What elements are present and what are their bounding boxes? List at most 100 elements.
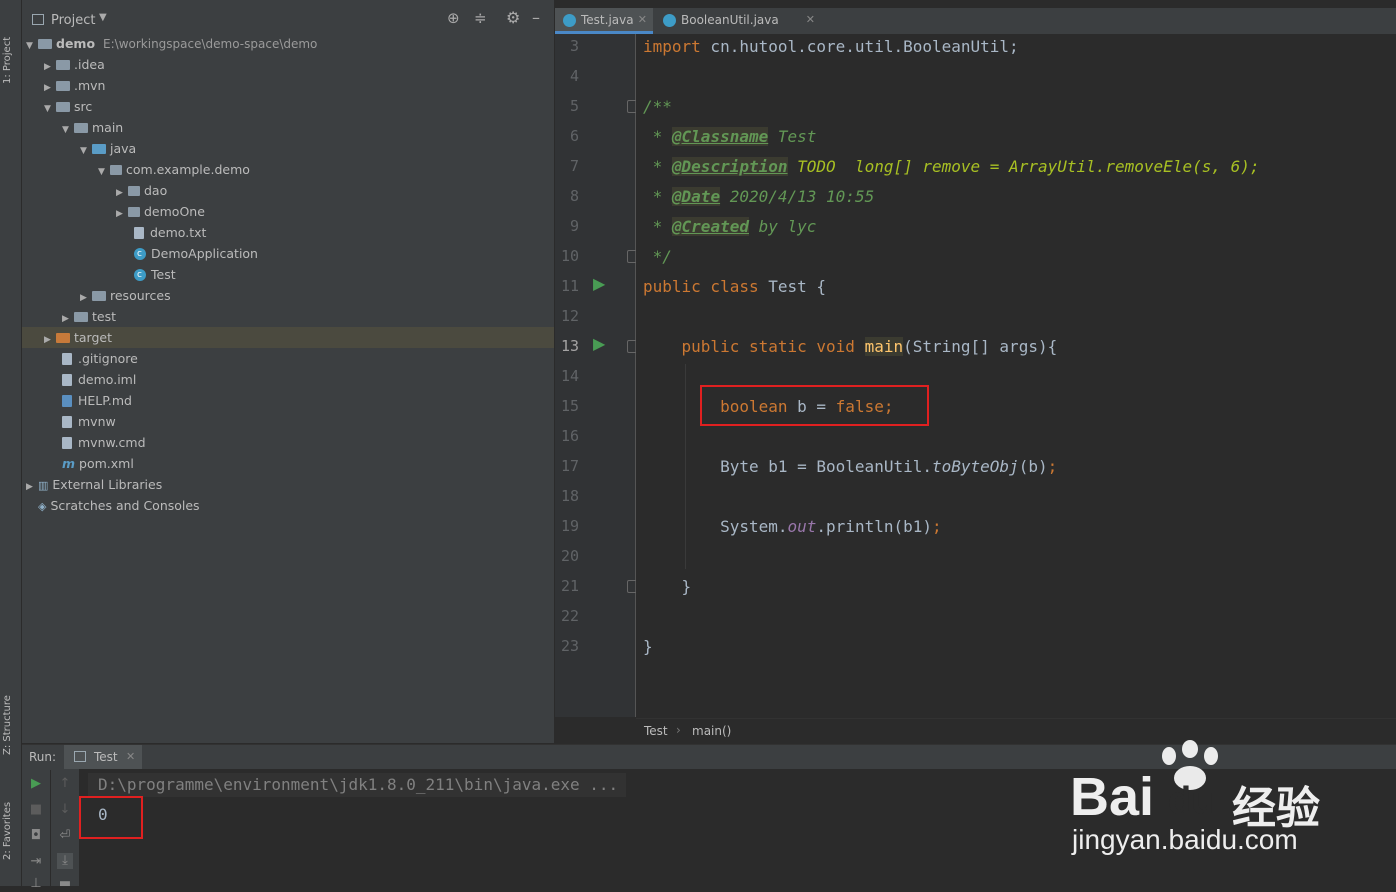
arrow-down-icon[interactable]: ↓ — [57, 802, 73, 818]
tree-item-label: pom.xml — [79, 456, 134, 471]
favorites-tool-tab[interactable]: 2: Favorites — [2, 780, 13, 860]
tree-item-package[interactable]: ▼ com.example.demo — [98, 159, 250, 180]
tree-item-demo-txt[interactable]: demo.txt — [134, 222, 206, 243]
tree-item-pom-xml[interactable]: m pom.xml — [62, 453, 134, 474]
close-icon[interactable]: ✕ — [638, 8, 647, 32]
tree-item-scratches[interactable]: ◈ Scratches and Consoles — [38, 495, 200, 516]
minimize-icon[interactable]: – — [532, 8, 540, 27]
tree-item-label: com.example.demo — [126, 162, 250, 177]
rerun-icon[interactable]: ▶ — [28, 776, 44, 792]
editor-tab-bar: Test.java ✕ BooleanUtil.java ✕ — [555, 8, 1396, 35]
tab-booleanutil-java[interactable]: BooleanUtil.java ✕ — [655, 8, 821, 34]
code-editor[interactable]: import cn.hutool.core.util.BooleanUtil; … — [636, 34, 1396, 717]
exit-icon[interactable]: ⇥ — [28, 854, 44, 870]
tree-item-label: HELP.md — [78, 393, 132, 408]
tree-item-java[interactable]: ▼ java — [80, 138, 136, 159]
line-number: 11 — [560, 277, 579, 295]
run-main-icon[interactable]: ▶ — [593, 334, 605, 353]
tree-item-demo-iml[interactable]: demo.iml — [62, 369, 136, 390]
watermark-url: jingyan.baidu.com — [1072, 824, 1298, 855]
line-number: 16 — [560, 427, 579, 445]
tree-item-label: target — [74, 330, 113, 345]
expanded-arrow-icon[interactable]: ▼ — [98, 162, 110, 183]
stop-icon[interactable]: ■ — [28, 802, 44, 818]
code-line-8: * @Date 2020/4/13 10:55 — [643, 187, 875, 206]
class-icon — [663, 14, 676, 27]
libraries-icon: ▥ — [38, 479, 49, 492]
code-line-13: public static void main(String[] args){ — [643, 337, 1058, 356]
tree-item-idea[interactable]: ▶ .idea — [44, 54, 105, 75]
breadcrumb-class[interactable]: Test — [644, 724, 668, 738]
camera-icon[interactable]: ◘ — [28, 828, 44, 844]
expanded-arrow-icon[interactable]: ▼ — [80, 141, 92, 162]
tree-item-target[interactable]: ▶ target — [22, 327, 554, 348]
tree-item-mvnw[interactable]: mvnw — [62, 411, 116, 432]
tree-item-demoapplication[interactable]: DemoApplication — [134, 243, 258, 265]
line-number: 18 — [560, 487, 579, 505]
chevron-down-icon[interactable]: ▼ — [99, 12, 107, 23]
project-view-icon — [32, 14, 44, 25]
tree-item-demoone[interactable]: ▶ demoOne — [116, 201, 205, 222]
run-class-icon[interactable]: ▶ — [593, 274, 605, 293]
tab-test-java[interactable]: Test.java ✕ — [555, 8, 653, 34]
file-icon — [62, 353, 72, 365]
project-panel: Project ▼ ⊕ ≑ ⚙ – ▼ demo E:\workingspace\… — [22, 0, 554, 743]
line-number: 21 — [560, 577, 579, 595]
code-line-10: */ — [643, 247, 672, 266]
folder-icon — [38, 39, 52, 49]
tree-item-mvnw-cmd[interactable]: mvnw.cmd — [62, 432, 146, 453]
tree-item-help-md[interactable]: HELP.md — [62, 390, 132, 411]
close-icon[interactable]: ✕ — [806, 8, 815, 32]
tree-item-mvn[interactable]: ▶ .mvn — [44, 75, 105, 96]
locate-icon[interactable]: ⊕ — [447, 9, 460, 27]
tree-item-test-class[interactable]: Test — [134, 264, 176, 286]
tree-item-src[interactable]: ▼ src — [44, 96, 92, 117]
line-number: 23 — [560, 637, 579, 655]
run-toolbar-secondary: ↑ ↓ ⏎ ⤓ ▬ — [51, 769, 80, 891]
collapsed-arrow-icon[interactable]: ▶ — [116, 204, 128, 225]
line-number: 10 — [560, 247, 579, 265]
folder-icon — [56, 102, 70, 112]
line-number: 12 — [560, 307, 579, 325]
tree-item-test-folder[interactable]: ▶ test — [62, 306, 116, 327]
tree-item-resources[interactable]: ▶ resources — [80, 285, 171, 306]
print-icon[interactable]: ▬ — [57, 876, 73, 892]
breadcrumb-method[interactable]: main() — [692, 724, 731, 738]
collapsed-arrow-icon[interactable]: ▶ — [26, 477, 38, 498]
tree-item-label: main — [92, 120, 124, 135]
scroll-to-end-icon[interactable]: ⤓ — [57, 853, 73, 869]
collapse-all-icon[interactable]: ≑ — [474, 9, 487, 27]
watermark-brand-du: du — [1168, 780, 1215, 822]
arrow-up-icon[interactable]: ↑ — [57, 776, 73, 792]
run-tab-test[interactable]: Test ✕ — [64, 745, 142, 770]
tree-root-demo[interactable]: ▼ demo E:\workingspace\demo-space\demo — [26, 33, 317, 54]
tree-item-dao[interactable]: ▶ dao — [116, 180, 167, 201]
tree-item-label: .gitignore — [78, 351, 138, 366]
tree-item-gitignore[interactable]: .gitignore — [62, 348, 138, 369]
gear-icon[interactable]: ⚙ — [506, 8, 520, 27]
folder-icon — [56, 60, 70, 70]
code-line-6: * @Classname Test — [643, 127, 817, 146]
annotation-highlight-box — [79, 796, 143, 839]
project-panel-header: Project ▼ ⊕ ≑ ⚙ – — [22, 8, 554, 32]
collapsed-arrow-icon[interactable]: ▶ — [44, 330, 56, 351]
structure-tool-tab[interactable]: Z: Structure — [2, 680, 13, 755]
tree-item-label: demoOne — [144, 204, 205, 219]
line-number: 8 — [569, 187, 579, 205]
expanded-arrow-icon[interactable]: ▼ — [44, 99, 56, 120]
expanded-arrow-icon[interactable]: ▼ — [62, 120, 74, 141]
code-line-11: public class Test { — [643, 277, 827, 296]
module-file-icon — [62, 374, 72, 386]
line-number: 22 — [560, 607, 579, 625]
project-tool-tab[interactable]: 1: Project — [2, 14, 13, 84]
tree-item-main[interactable]: ▼ main — [62, 117, 123, 138]
expanded-arrow-icon[interactable]: ▼ — [26, 36, 38, 57]
annotation-highlight-box — [700, 385, 929, 426]
maven-icon: m — [62, 456, 76, 471]
close-icon[interactable]: ✕ — [126, 750, 135, 763]
tree-item-external-libraries[interactable]: ▶ ▥ External Libraries — [26, 474, 162, 495]
soft-wrap-icon[interactable]: ⏎ — [57, 828, 73, 844]
project-view-selector[interactable]: Project — [51, 13, 95, 28]
code-line-9: * @Created by lyc — [643, 217, 817, 236]
pin-icon[interactable]: ⊥ — [28, 876, 44, 892]
